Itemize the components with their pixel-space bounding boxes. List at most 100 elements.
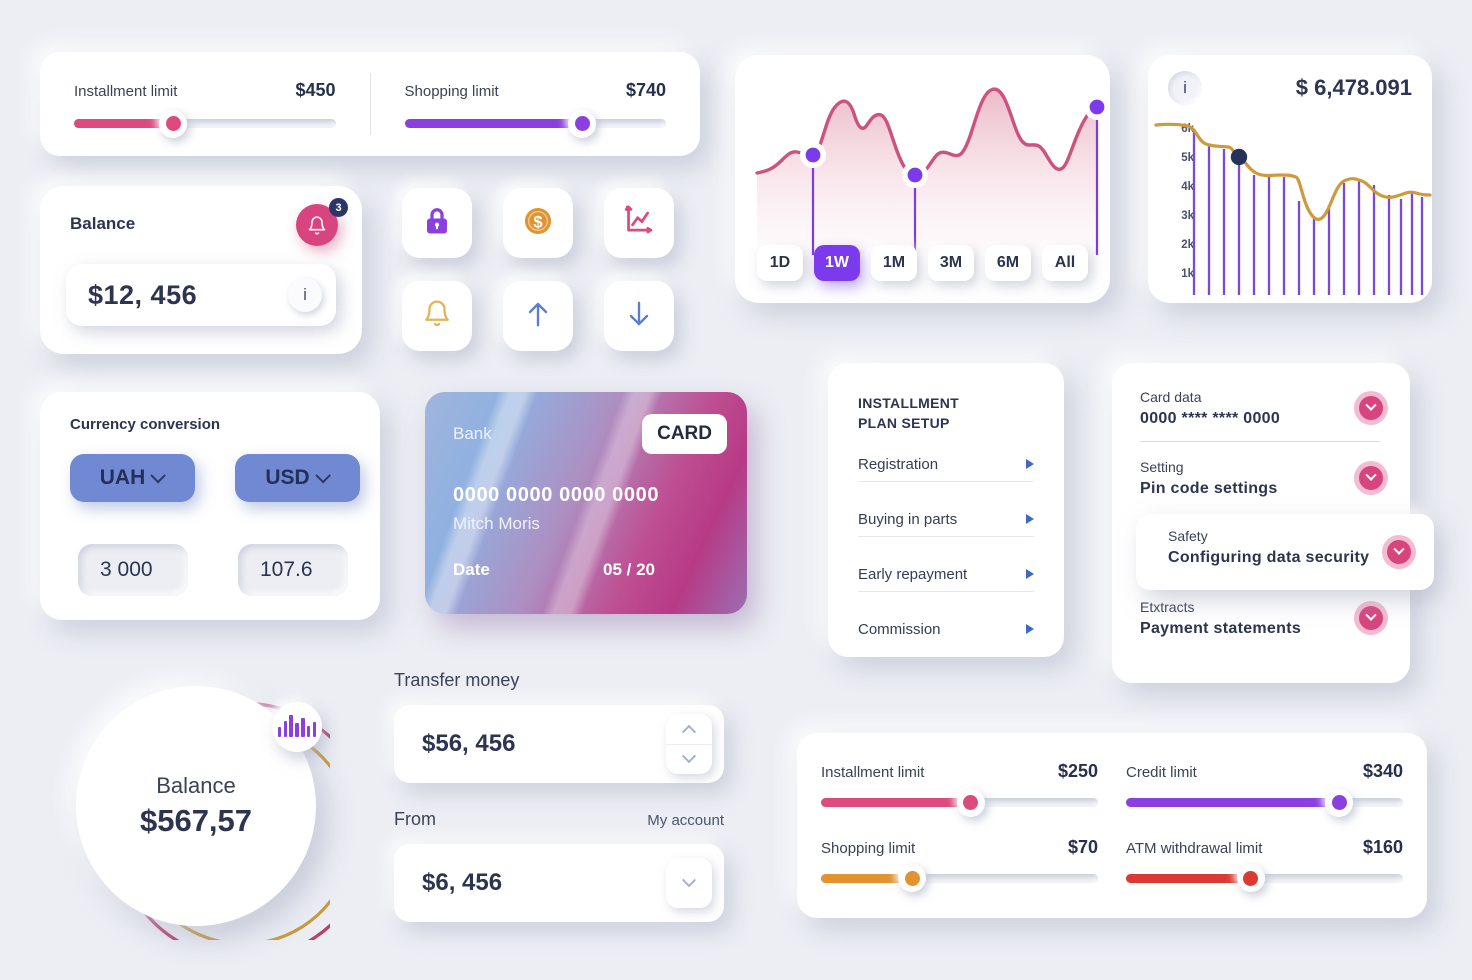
row-value: Configuring data security [1168,549,1370,566]
lock-icon-tile[interactable] [402,188,472,258]
plan-title-line-2: PLAN SETUP [858,415,950,432]
slider-credit-limit[interactable]: Credit limit $340 [1126,761,1403,817]
slider-knob[interactable] [898,864,927,892]
transfer-amount-field[interactable]: $56, 456 [394,705,724,783]
bell-outline-icon [422,298,452,334]
stepper-up-button[interactable] [666,714,712,745]
period-button-all[interactable]: All [1042,245,1088,281]
bar-chart-icon[interactable] [272,702,322,752]
chevron-down-icon[interactable] [1354,461,1388,495]
price-area-chart-card: 1D 1W 1M 3M 6M All [735,55,1110,303]
slider-track[interactable] [821,788,1098,817]
credit-card[interactable]: Bank CARD 0000 0000 0000 0000 Mitch Mori… [425,392,747,614]
chevron-down-icon[interactable] [1354,601,1388,635]
card-data-row[interactable]: Card data 0000 **** **** 0000 [1140,389,1380,428]
slider-track[interactable] [1126,788,1403,817]
arrow-down-icon [624,298,654,335]
transfer-from-field[interactable]: $6, 456 [394,844,724,922]
currency-to-select[interactable]: USD [235,454,360,502]
plan-item-label: Commission [858,620,941,638]
slider-value: $160 [1362,836,1403,857]
slider-label: Credit limit [1126,764,1197,781]
plan-item-commission[interactable]: Commission [858,610,1034,648]
slider-track[interactable] [1126,864,1403,892]
line-chart-icon [622,204,656,243]
lock-icon [422,205,452,242]
quantity-stepper[interactable] [666,714,712,774]
card-bank-label: Bank [453,424,492,443]
slider-knob[interactable] [159,109,188,138]
arrow-down-icon-tile[interactable] [604,281,674,351]
plan-item-label: Registration [858,455,939,473]
period-button-3m[interactable]: 3M [928,245,974,281]
slider-fill [821,798,971,807]
donut-label: Balance [156,773,236,798]
plan-item-label: Buying in parts [858,510,958,528]
currency-to-amount[interactable]: 107.6 [238,544,348,596]
bell-outline-icon-tile[interactable] [402,281,472,351]
dollar-coin-icon-tile[interactable]: $ [503,188,573,258]
chevron-right-icon [1026,569,1034,579]
row-value: Payment statements [1140,620,1302,637]
divider [858,591,1034,592]
stepper-down-button[interactable] [666,745,712,775]
currency-from-amount[interactable]: 3 000 [78,544,188,596]
info-icon[interactable]: i [1168,71,1202,105]
chevron-right-icon [1026,459,1034,469]
slider-track[interactable] [821,864,1098,892]
slider-value: $740 [625,80,666,100]
currency-from-select[interactable]: UAH [70,454,195,502]
slider-label: Installment limit [821,764,925,781]
plan-item-early-repayment[interactable]: Early repayment [858,555,1034,593]
extracts-row[interactable]: Etxtracts Payment statements [1140,599,1380,638]
slider-track[interactable] [404,109,666,138]
currency-to-label: USD [265,466,310,489]
plan-item-registration[interactable]: Registration [858,445,1034,483]
slider-shopping-limit-bottom[interactable]: Shopping limit $70 [821,837,1098,892]
chevron-down-icon[interactable] [1382,535,1416,569]
safety-row-text: Safety Configuring data security [1168,528,1404,567]
chevron-up-icon [681,724,697,739]
slider-atm-withdrawal-limit[interactable]: ATM withdrawal limit $160 [1126,836,1403,892]
arrow-up-icon-tile[interactable] [503,281,573,351]
slider-installment-limit-bottom[interactable]: Installment limit $250 [821,761,1098,817]
slider-label: ATM withdrawal limit [1126,839,1263,857]
top-limits-panel: Installment limit $450 Shopping limit $7… [40,52,700,156]
transfer-title: Transfer money [394,670,520,690]
slider-knob[interactable] [568,109,597,138]
slider-value: $340 [1362,761,1403,781]
balance-amount-field[interactable]: $12, 456 i [66,264,336,326]
svg-text:$: $ [533,212,543,231]
info-icon[interactable]: i [288,278,322,312]
slider-knob[interactable] [1325,788,1354,817]
period-button-1d[interactable]: 1D [757,245,803,281]
slider-track[interactable] [74,109,336,138]
slider-knob[interactable] [1236,864,1265,892]
setting-row[interactable]: Setting Pin code settings [1140,459,1380,498]
slider-knob[interactable] [956,788,985,817]
card-brand-badge: CARD [642,414,727,454]
safety-row-floating[interactable]: Safety Configuring data security [1136,514,1434,590]
line-chart-icon-tile[interactable] [604,188,674,258]
from-dropdown-button[interactable] [666,858,712,908]
slider-fill [404,119,583,128]
slider-shopping-limit[interactable]: Shopping limit $740 [371,80,701,138]
card-date-value: 05 / 20 [603,560,655,579]
transfer-from-account[interactable]: My account [647,812,724,829]
slider-label: Shopping limit [404,83,499,100]
chevron-right-icon [1026,514,1034,524]
period-button-1m[interactable]: 1M [871,245,917,281]
chevron-right-icon [1026,624,1034,634]
plan-item-buying-in-parts[interactable]: Buying in parts [858,500,1034,538]
slider-fill [1126,798,1340,807]
chevron-down-icon[interactable] [1354,391,1388,425]
card-number: 0000 0000 0000 0000 [453,484,660,506]
period-button-6m[interactable]: 6M [985,245,1031,281]
period-button-1w[interactable]: 1W [814,245,860,281]
period-selector[interactable]: 1D 1W 1M 3M 6M All [757,245,1088,281]
slider-installment-limit[interactable]: Installment limit $450 [40,80,370,138]
row-caption: Setting [1140,459,1184,475]
card-date-label: Date [453,560,490,579]
row-caption: Card data [1140,389,1202,405]
area-chart-svg [755,87,1110,273]
